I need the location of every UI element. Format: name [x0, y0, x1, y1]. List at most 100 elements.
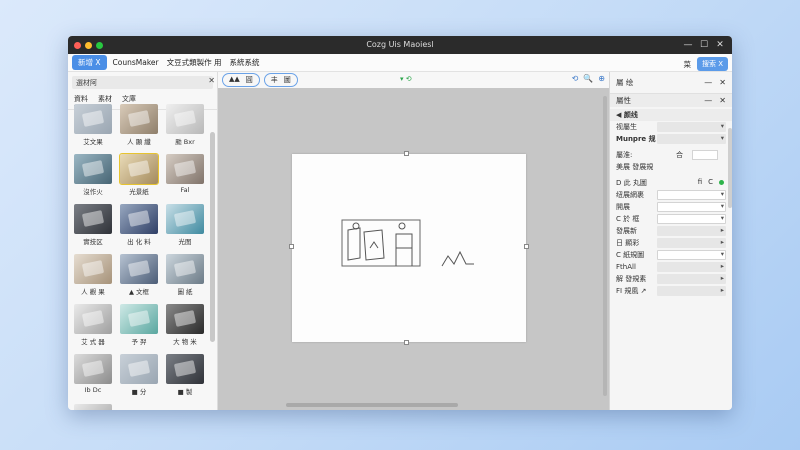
- menu-item-document[interactable]: 文豆式類製作 用: [167, 57, 222, 68]
- asset-tile[interactable]: 人 顯 纖: [118, 104, 160, 146]
- asset-tile[interactable]: 颱 Bxr: [164, 104, 206, 146]
- property-field[interactable]: [657, 226, 726, 236]
- properties-scrollbar[interactable]: [728, 128, 732, 208]
- asset-thumbnail[interactable]: [74, 404, 112, 410]
- asset-tile[interactable]: 光景紙: [118, 153, 160, 196]
- property-field[interactable]: [657, 286, 726, 296]
- dropdown-arrow-icon[interactable]: ▾: [721, 190, 724, 198]
- maximize-icon[interactable]: ☐: [696, 36, 712, 54]
- asset-thumbnail[interactable]: [119, 153, 159, 185]
- property-field[interactable]: [657, 190, 726, 200]
- asset-thumbnail[interactable]: [74, 104, 112, 134]
- row-action-icon[interactable]: fi: [698, 178, 702, 186]
- asset-thumbnail[interactable]: [74, 354, 112, 384]
- menu-item-system[interactable]: 系統系统: [230, 57, 260, 68]
- asset-thumbnail[interactable]: [120, 104, 158, 134]
- asset-thumbnail[interactable]: [166, 104, 204, 134]
- property-row[interactable]: 日 顯彩 ▸: [610, 237, 732, 249]
- asset-tile[interactable]: 艾 式 器: [72, 304, 114, 346]
- asset-search-input[interactable]: 選材阿 ✕: [72, 76, 215, 89]
- dropdown-arrow-icon[interactable]: ▾: [721, 250, 724, 258]
- sync-icon[interactable]: ▾ ⟲: [400, 75, 412, 83]
- asset-tile[interactable]: 艾文果: [72, 104, 114, 146]
- property-row[interactable]: 视屬生 ▾: [610, 121, 732, 133]
- minimize-icon[interactable]: —: [680, 36, 696, 54]
- panel-close-icon[interactable]: ✕: [719, 78, 726, 87]
- canvas-scrollbar-vertical[interactable]: [603, 96, 607, 396]
- property-row[interactable]: 開展 ▾: [610, 201, 732, 213]
- dropdown-arrow-icon[interactable]: ▸: [721, 238, 724, 246]
- asset-tile[interactable]: 大 物 米: [164, 304, 206, 346]
- property-row[interactable]: 發展新 ▸: [610, 225, 732, 237]
- menu-item-app[interactable]: CounsMaker: [113, 58, 159, 67]
- menu-right-label[interactable]: 菜: [683, 59, 691, 70]
- asset-thumbnail[interactable]: [74, 304, 112, 334]
- asset-tile[interactable]: Fal: [164, 154, 206, 196]
- asset-tile[interactable]: 沒作火: [72, 154, 114, 196]
- add-icon[interactable]: ⊕: [598, 74, 605, 83]
- design-page[interactable]: [289, 151, 529, 345]
- align-tool-button[interactable]: 丰: [268, 75, 281, 85]
- asset-thumbnail[interactable]: [166, 254, 204, 284]
- property-field[interactable]: [657, 214, 726, 224]
- zoom-icon[interactable]: 🔍: [583, 74, 593, 83]
- asset-tile[interactable]: 光图: [164, 204, 206, 246]
- canvas-area[interactable]: [218, 88, 609, 410]
- shape-tool-button[interactable]: ▲▲: [226, 75, 243, 85]
- resize-handle-right[interactable]: [524, 244, 529, 249]
- property-field[interactable]: [657, 202, 726, 212]
- property-field[interactable]: [657, 238, 726, 248]
- dropdown-arrow-icon[interactable]: ▾: [721, 134, 724, 142]
- property-row[interactable]: FthAll ▸: [610, 261, 732, 273]
- close-icon[interactable]: ✕: [712, 36, 728, 54]
- dropdown-arrow-icon[interactable]: ▸: [721, 262, 724, 270]
- search-button[interactable]: 搜索 X: [696, 57, 728, 71]
- asset-tile[interactable]: ▲ 文框: [118, 254, 160, 296]
- dropdown-arrow-icon[interactable]: ▾: [721, 214, 724, 222]
- new-button[interactable]: 新增 X: [72, 55, 107, 70]
- property-field[interactable]: [657, 250, 726, 260]
- resize-handle-left[interactable]: [289, 244, 294, 249]
- asset-thumbnail[interactable]: [120, 304, 158, 334]
- property-row[interactable]: FI 規風 ↗ ▸: [610, 285, 732, 297]
- property-field[interactable]: [657, 274, 726, 284]
- row-action-icon[interactable]: C: [708, 178, 713, 186]
- asset-thumbnail[interactable]: [74, 254, 112, 284]
- panel-minimize-icon[interactable]: —: [704, 78, 712, 87]
- property-row[interactable]: C 於 框 ▾: [610, 213, 732, 225]
- asset-tile[interactable]: Ib Dc: [72, 354, 114, 396]
- sub-close-icon[interactable]: ✕: [719, 96, 726, 105]
- dropdown-arrow-icon[interactable]: ▸: [721, 226, 724, 234]
- asset-thumbnail[interactable]: [120, 204, 158, 234]
- asset-thumbnail[interactable]: [166, 204, 204, 234]
- asset-tile[interactable]: ■ 製: [164, 354, 206, 396]
- asset-tile[interactable]: [72, 404, 114, 410]
- merge-icon[interactable]: 合: [676, 150, 683, 160]
- asset-tile[interactable]: ■ 分: [118, 354, 160, 396]
- grid-tool-button[interactable]: 圖: [281, 75, 294, 85]
- dropdown-arrow-icon[interactable]: ▸: [721, 274, 724, 282]
- asset-tile[interactable]: 予 羿: [118, 304, 160, 346]
- resize-handle-top[interactable]: [404, 151, 409, 156]
- dropdown-arrow-icon[interactable]: ▾: [721, 122, 724, 130]
- asset-tile[interactable]: 圖 紙: [164, 254, 206, 296]
- resize-handle-bottom[interactable]: [404, 340, 409, 345]
- asset-tile[interactable]: 人 觀 果: [72, 254, 114, 296]
- property-field[interactable]: [657, 134, 726, 144]
- dropdown-arrow-icon[interactable]: ▸: [721, 286, 724, 294]
- asset-thumbnail[interactable]: [166, 304, 204, 334]
- asset-tile[interactable]: 出 化 料: [118, 204, 160, 246]
- asset-thumbnail[interactable]: [120, 254, 158, 284]
- clear-search-icon[interactable]: ✕: [208, 76, 215, 85]
- asset-thumbnail[interactable]: [120, 354, 158, 384]
- property-row[interactable]: Munpre 规 裝 ▾: [610, 133, 732, 145]
- property-row[interactable]: 纽展網裹 ▾: [610, 189, 732, 201]
- rotate-icon[interactable]: ⟲: [572, 74, 579, 83]
- asset-thumbnail[interactable]: [74, 204, 112, 234]
- asset-thumbnail[interactable]: [74, 154, 112, 184]
- property-row[interactable]: C 紙規圖 ▾: [610, 249, 732, 261]
- sub-minimize-icon[interactable]: —: [704, 96, 712, 105]
- asset-thumbnail[interactable]: [166, 354, 204, 384]
- property-field[interactable]: [657, 262, 726, 272]
- property-row[interactable]: 解 發規素 ▸: [610, 273, 732, 285]
